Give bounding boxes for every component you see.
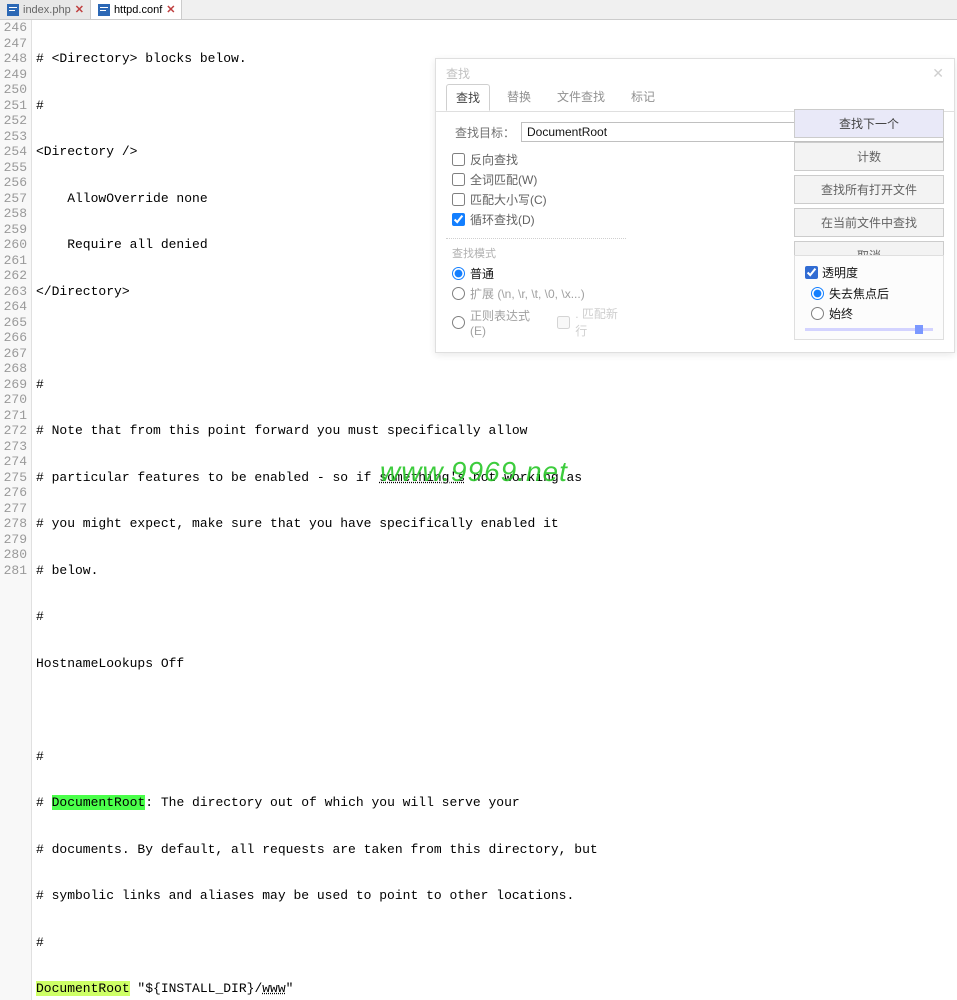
find-target-label: 查找目标： [446,124,521,141]
dialog-title: 查找 [446,65,470,82]
tab-label: index.php [23,4,71,16]
match-case-checkbox[interactable] [452,193,465,206]
close-icon[interactable]: ✕ [166,3,175,16]
tab-replace[interactable]: 替换 [498,84,540,111]
always-radio[interactable] [811,307,824,320]
mode-normal-radio[interactable] [452,267,465,280]
tab-index-php[interactable]: index.php ✕ [0,0,91,19]
find-all-open-button[interactable]: 查找所有打开文件 [794,175,944,204]
find-next-button[interactable]: 查找下一个 [794,109,944,138]
transparency-checkbox[interactable] [805,266,818,279]
transparency-panel: 透明度 失去焦点后 始终 [794,255,944,340]
transparency-slider[interactable] [805,328,933,331]
tab-label: httpd.conf [114,4,162,16]
count-button[interactable]: 计数 [794,142,944,171]
find-dialog: 查找 ✕ 查找 替换 文件查找 标记 查找目标： 反向查找 全词匹配(W) 匹配… [435,58,955,353]
whole-word-checkbox[interactable] [452,173,465,186]
dot-newline-checkbox [557,316,570,329]
line-number-gutter: 2462472482492502512522532542552562572582… [0,20,32,1000]
on-lose-focus-radio[interactable] [811,287,824,300]
watermark: www.9969.net [380,456,568,488]
conf-file-icon [97,3,111,17]
find-all-current-button[interactable]: 在当前文件中查找 [794,208,944,237]
close-icon[interactable]: ✕ [932,65,944,82]
find-buttons: 查找下一个 计数 查找所有打开文件 在当前文件中查找 取消 [794,109,944,270]
search-match-current: DocumentRoot [36,981,130,996]
find-tab-bar: 查找 替换 文件查找 标记 [436,84,954,111]
mode-extended-radio[interactable] [452,287,465,300]
tab-mark[interactable]: 标记 [622,84,664,111]
php-file-icon [6,3,20,17]
wrap-around-checkbox[interactable] [452,213,465,226]
reverse-search-checkbox[interactable] [452,153,465,166]
search-mode-label: 查找模式 [446,245,626,261]
search-match: DocumentRoot [52,795,146,810]
mode-regex-radio[interactable] [452,316,465,329]
editor-tabs: index.php ✕ httpd.conf ✕ [0,0,957,20]
close-icon[interactable]: ✕ [75,3,84,16]
tab-find[interactable]: 查找 [446,84,490,111]
tab-find-in-files[interactable]: 文件查找 [548,84,614,111]
tab-httpd-conf[interactable]: httpd.conf ✕ [91,0,183,19]
